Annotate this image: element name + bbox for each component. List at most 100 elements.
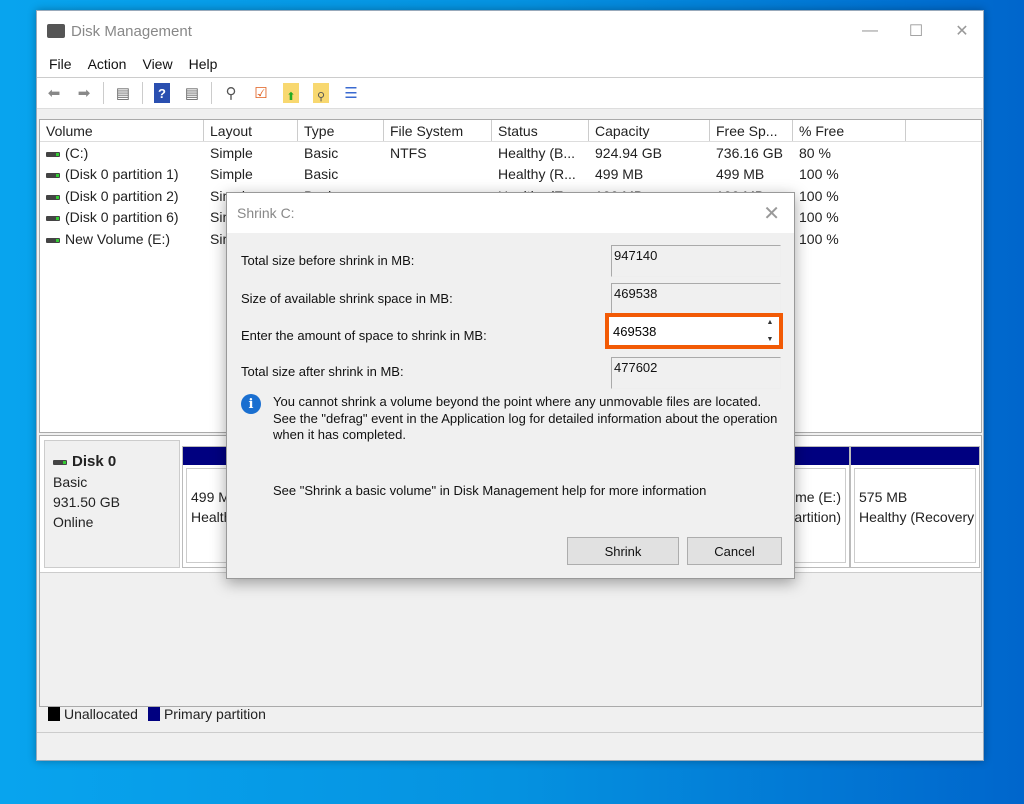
menu-file[interactable]: File <box>41 56 80 72</box>
unallocated-swatch <box>48 707 60 721</box>
window-title: Disk Management <box>71 22 192 40</box>
table-row[interactable]: (C:) Simple Basic NTFS Healthy (B... 924.94 G… <box>40 142 981 164</box>
cell-text: 499 MB <box>595 166 644 183</box>
menu-bar: File Action View Help <box>37 51 983 77</box>
action-pane-icon[interactable]: ▤ <box>179 81 205 105</box>
connect-disk-icon[interactable]: ⚲ <box>218 81 244 105</box>
drive-icon <box>46 216 60 222</box>
disk-status: Online <box>53 514 94 530</box>
table-row[interactable]: (Disk 0 partition 1) Simple Basic Healthy (… <box>40 164 981 186</box>
disk-0-info[interactable]: Disk 0 Basic 931.50 GB Online <box>44 440 180 568</box>
table-cell: Simple <box>204 145 298 161</box>
cancel-button[interactable]: Cancel <box>687 537 782 565</box>
list-icon[interactable]: ☰ <box>338 81 364 105</box>
column-file-system[interactable]: File System <box>384 120 492 141</box>
legend: Unallocated Primary partition <box>48 706 266 722</box>
table-cell: 100 % <box>793 231 906 247</box>
disk-area-background <box>40 572 981 706</box>
cell-text: Basic <box>304 144 339 161</box>
table-cell: Basic <box>298 145 384 161</box>
console-tree-icon[interactable]: ▤ <box>110 81 136 105</box>
info-message: You cannot shrink a volume beyond the po… <box>273 394 778 442</box>
cell-text: NTFS <box>390 144 427 161</box>
column-free-space[interactable]: Free Sp... <box>710 120 793 141</box>
cell-text: 100 % <box>799 230 839 247</box>
dialog-title: Shrink C: <box>237 205 295 221</box>
toolbar: ⬅ ➡ ▤ ? ▤ ⚲ ☑ ⬆ ⚲ ☰ <box>37 77 983 109</box>
status-bar <box>37 732 983 760</box>
table-cell: (C:) <box>40 145 204 161</box>
cell-text: 100 % <box>799 187 839 204</box>
menu-view[interactable]: View <box>134 56 180 72</box>
total-before-label: Total size before shrink in MB: <box>241 253 415 268</box>
menu-help[interactable]: Help <box>181 56 226 72</box>
properties-icon[interactable]: ☑ <box>248 81 274 105</box>
cell-text: New Volume (E:) <box>65 230 171 247</box>
back-icon[interactable]: ⬅ <box>41 81 67 105</box>
cell-text: Basic <box>304 166 339 183</box>
toolbar-separator <box>103 82 104 104</box>
partition-block[interactable]: 575 MB Healthy (Recovery Partition) <box>850 446 980 568</box>
total-after-field: 477602 <box>611 357 781 389</box>
column-capacity[interactable]: Capacity <box>589 120 710 141</box>
legend-primary: Primary partition <box>163 706 266 722</box>
cell-text: 924.94 GB <box>595 144 662 161</box>
maximize-button[interactable]: ☐ <box>893 11 939 51</box>
cell-text: (Disk 0 partition 1) <box>65 166 179 183</box>
disk-type: Basic <box>53 474 88 490</box>
spin-down-icon[interactable]: ▼ <box>767 336 774 343</box>
column-layout[interactable]: Layout <box>204 120 298 141</box>
table-cell: (Disk 0 partition 1) <box>40 166 204 182</box>
amount-to-shrink-input[interactable] <box>609 317 759 345</box>
dialog-close-icon[interactable]: ✕ <box>763 201 780 226</box>
total-after-label: Total size after shrink in MB: <box>241 364 404 379</box>
table-cell: 499 MB <box>589 166 710 182</box>
column-volume[interactable]: Volume <box>40 120 204 141</box>
volume-list-header: Volume Layout Type File System Status Ca… <box>40 120 981 142</box>
available-space-label: Size of available shrink space in MB: <box>241 291 453 306</box>
drive-icon <box>46 237 60 243</box>
search-icon[interactable]: ⚲ <box>308 81 334 105</box>
menu-action[interactable]: Action <box>80 56 135 72</box>
column-status[interactable]: Status <box>492 120 589 141</box>
cell-text: 100 % <box>799 209 839 226</box>
cell-text: Healthy (R... <box>498 166 576 183</box>
spin-up-icon[interactable]: ▲ <box>767 319 774 326</box>
table-cell: 499 MB <box>710 166 793 182</box>
column-percent-free[interactable]: % Free <box>793 120 906 141</box>
cell-text: Healthy (B... <box>498 144 576 161</box>
legend-unallocated: Unallocated <box>64 706 138 722</box>
table-cell: Healthy (R... <box>492 166 589 182</box>
table-cell: 736.16 GB <box>710 145 793 161</box>
forward-icon[interactable]: ➡ <box>71 81 97 105</box>
partition-size: 499 MB <box>191 489 227 505</box>
cell-text: Simple <box>210 144 253 161</box>
primary-partition-swatch <box>147 707 160 721</box>
column-type[interactable]: Type <box>298 120 384 141</box>
minimize-button[interactable]: — <box>847 11 893 51</box>
cell-text: 736.16 GB <box>716 144 783 161</box>
available-space-field: 469538 <box>611 283 781 315</box>
close-button[interactable]: ✕ <box>939 11 985 51</box>
drive-icon <box>46 194 60 200</box>
cell-text: (Disk 0 partition 6) <box>65 209 179 226</box>
import-icon[interactable]: ⬆ <box>278 81 304 105</box>
partition-status: Healthy (Recovery Partition) <box>859 509 975 525</box>
table-cell: New Volume (E:) <box>40 231 204 247</box>
disk-name: Disk 0 <box>72 453 117 470</box>
shrink-dialog: Shrink C: ✕ Total size before shrink in … <box>226 192 795 579</box>
table-cell: 80 % <box>793 145 906 161</box>
table-cell: 100 % <box>793 166 906 182</box>
table-cell: (Disk 0 partition 2) <box>40 188 204 204</box>
table-cell: Basic <box>298 166 384 182</box>
cell-text: 100 % <box>799 166 839 183</box>
toolbar-separator <box>142 82 143 104</box>
drive-icon <box>46 173 60 179</box>
cell-text: 499 MB <box>716 166 765 183</box>
partition-block[interactable]: 499 MB Healthy (Recovery Partition) <box>182 446 232 568</box>
cell-text: (C:) <box>65 144 89 161</box>
shrink-button[interactable]: Shrink <box>567 537 679 565</box>
help-icon[interactable]: ? <box>149 81 175 105</box>
amount-to-shrink-spinner: ▲▼ <box>605 313 783 349</box>
info-icon: i <box>241 394 261 414</box>
